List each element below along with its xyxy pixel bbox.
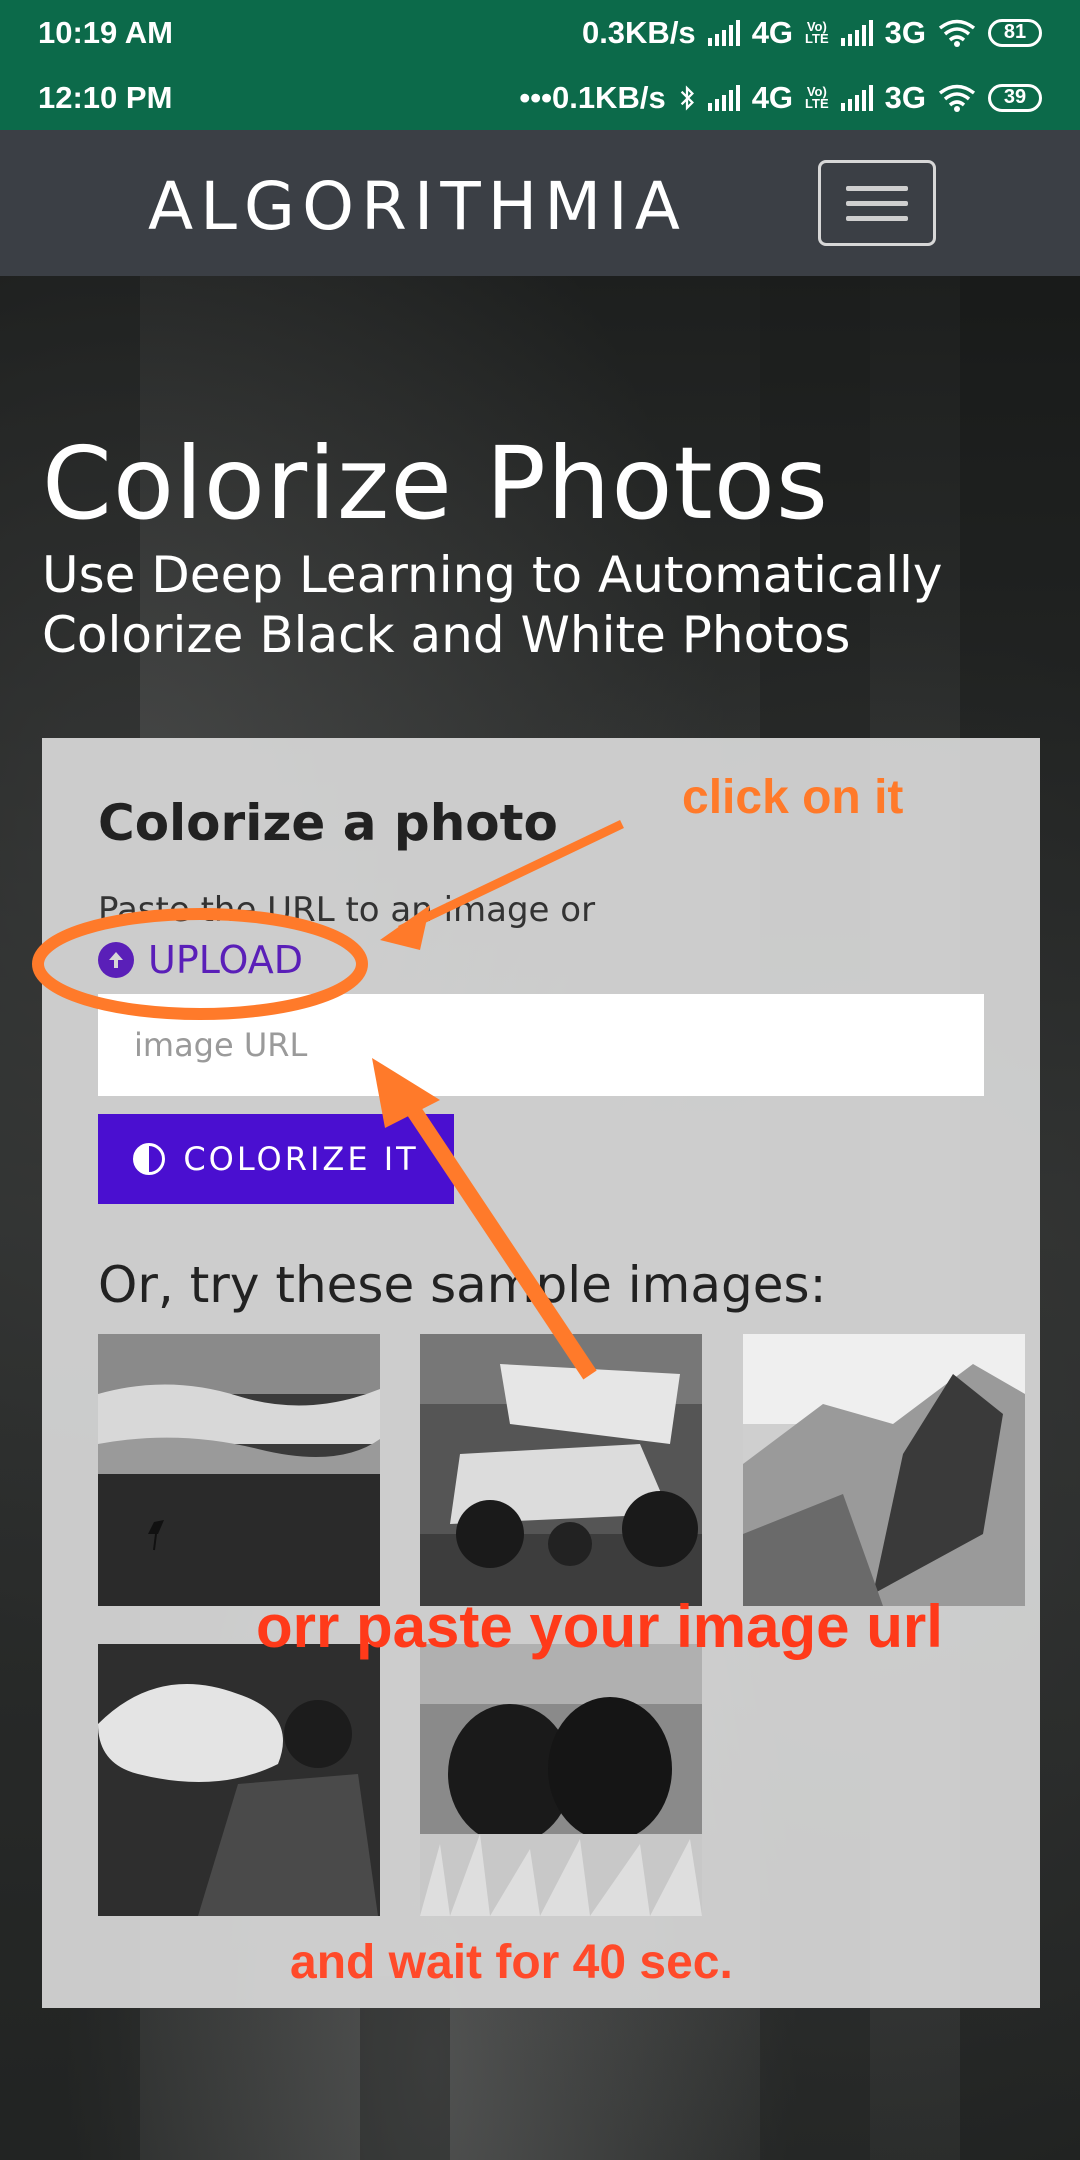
sample-image-beach-bird[interactable] <box>98 1334 380 1606</box>
hamburger-icon-bar <box>846 185 908 191</box>
signal-icon <box>840 84 873 111</box>
image-url-input[interactable] <box>98 994 984 1096</box>
volte-icon: Vo) LTE <box>805 18 829 46</box>
colorize-card: Colorize a photo Paste the URL to an ima… <box>42 738 1040 2008</box>
page-subtitle: Use Deep Learning to Automatically Color… <box>42 546 943 664</box>
battery-icon: 81 <box>988 18 1042 47</box>
annotation-paste: orr paste your image url <box>256 1593 943 1660</box>
samples-heading: Or, try these sample images: <box>98 1256 827 1314</box>
annotation-wait: and wait for 40 sec. <box>290 1936 733 1989</box>
status-bar-secondary: 12:10 PM •••0.1KB/s 4G Vo) LTE 3G 39 <box>0 65 1080 130</box>
network-speed: •••0.1KB/s <box>519 79 666 115</box>
hamburger-icon-bar <box>846 200 908 206</box>
network-type-secondary: 3G <box>884 79 926 115</box>
colorize-button[interactable]: COLORIZE IT <box>98 1114 454 1204</box>
sample-image-race-car[interactable] <box>420 1334 702 1606</box>
status-time: 10:19 AM <box>38 14 173 50</box>
menu-button[interactable] <box>818 160 936 246</box>
sample-image-half-dome[interactable] <box>743 1334 1025 1606</box>
bluetooth-icon <box>680 84 694 111</box>
status-time: 12:10 PM <box>38 79 173 115</box>
volte-icon: Vo) LTE <box>805 83 829 111</box>
hamburger-icon-bar <box>846 215 908 221</box>
network-type-secondary: 3G <box>884 14 926 50</box>
colorize-label: COLORIZE IT <box>183 1140 419 1178</box>
signal-icon <box>707 19 740 46</box>
sample-image-cows[interactable] <box>420 1644 702 1916</box>
wifi-icon <box>938 19 976 47</box>
network-type: 4G <box>751 79 794 115</box>
annotation-click: click on it <box>682 771 904 824</box>
network-speed: 0.3KB/s <box>581 14 696 50</box>
signal-icon <box>840 19 873 46</box>
upload-arrow-icon <box>98 942 134 978</box>
page-title: Colorize Photos <box>42 425 830 542</box>
wifi-icon <box>938 84 976 112</box>
signal-icon <box>707 84 740 111</box>
navbar: ALGORITHMIA <box>0 130 1080 276</box>
network-type: 4G <box>751 14 794 50</box>
card-title: Colorize a photo <box>98 794 558 852</box>
upload-label: UPLOAD <box>148 938 304 982</box>
paste-instructions: Paste the URL to an image or <box>98 890 596 930</box>
status-bar-primary: 10:19 AM 0.3KB/s 4G Vo) LTE 3G 81 <box>0 0 1080 65</box>
brand-logo[interactable]: ALGORITHMIA <box>148 168 687 245</box>
upload-link[interactable]: UPLOAD <box>98 938 303 982</box>
sample-image-fire-breather[interactable] <box>98 1644 380 1916</box>
contrast-icon <box>133 1143 166 1175</box>
battery-icon: 39 <box>988 83 1042 112</box>
